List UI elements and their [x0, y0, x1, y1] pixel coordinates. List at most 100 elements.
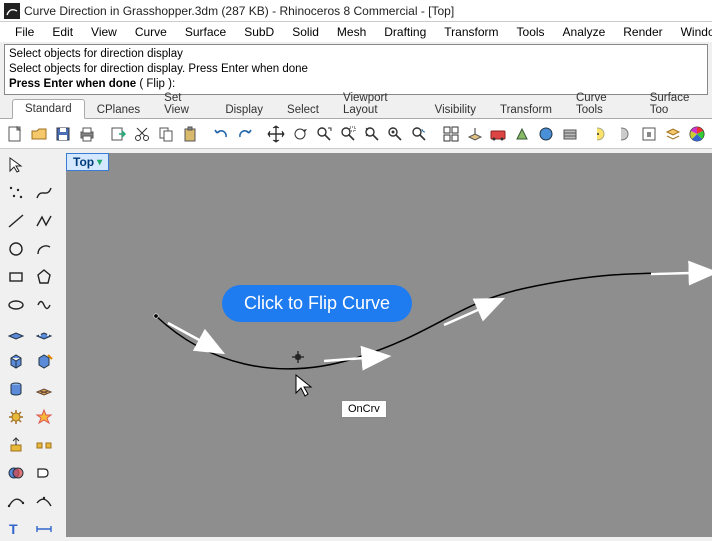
menu-file[interactable]: File: [6, 23, 43, 41]
svg-text:T: T: [9, 521, 18, 537]
undo-view-icon[interactable]: [408, 122, 430, 146]
layers-icon[interactable]: [662, 122, 684, 146]
mesh-plane-icon[interactable]: [32, 377, 56, 401]
tab-standard[interactable]: Standard: [12, 99, 85, 119]
menu-render[interactable]: Render: [614, 23, 671, 41]
command-prompt-bold: Press Enter when done: [9, 78, 136, 90]
viewport-name: Top: [73, 155, 94, 169]
hide-icon[interactable]: [590, 122, 612, 146]
tab-surfacetools[interactable]: Surface Too: [638, 89, 712, 119]
explode-icon[interactable]: [32, 405, 56, 429]
new-icon[interactable]: [4, 122, 26, 146]
point-icon[interactable]: [4, 181, 28, 205]
command-area[interactable]: Select objects for direction display Sel…: [4, 44, 708, 95]
open-icon[interactable]: [28, 122, 50, 146]
cplane-icon[interactable]: [440, 122, 462, 146]
cut-icon[interactable]: [131, 122, 153, 146]
tab-transform[interactable]: Transform: [488, 101, 564, 119]
solid-edit-icon[interactable]: [32, 349, 56, 373]
work-area: T Top ▾: [0, 149, 712, 537]
gear-icon[interactable]: [4, 405, 28, 429]
instruction-callout: Click to Flip Curve: [222, 285, 412, 322]
surface-edit-icon[interactable]: [32, 321, 56, 345]
ellipse-icon[interactable]: [4, 293, 28, 317]
tab-visibility[interactable]: Visibility: [423, 101, 488, 119]
line-icon[interactable]: [4, 209, 28, 233]
menu-edit[interactable]: Edit: [43, 23, 82, 41]
menu-curve[interactable]: Curve: [126, 23, 176, 41]
set-cplane-icon[interactable]: [464, 122, 486, 146]
menu-surface[interactable]: Surface: [176, 23, 235, 41]
pointer-icon[interactable]: [4, 153, 28, 177]
boolean-union-icon[interactable]: [4, 461, 28, 485]
menu-tools[interactable]: Tools: [508, 23, 554, 41]
zoom-dynamic-icon[interactable]: [313, 122, 335, 146]
freeform-icon[interactable]: [32, 293, 56, 317]
text-icon[interactable]: [32, 461, 56, 485]
extrude-icon[interactable]: [4, 433, 28, 457]
tab-setview[interactable]: Set View: [152, 89, 213, 119]
command-history-line: Select objects for direction display. Pr…: [9, 62, 703, 77]
menu-analyze[interactable]: Analyze: [554, 23, 615, 41]
copy-icon[interactable]: [155, 122, 177, 146]
menu-solid[interactable]: Solid: [283, 23, 328, 41]
viewport-label[interactable]: Top ▾: [66, 153, 109, 171]
rectangle-icon[interactable]: [4, 265, 28, 289]
paste-icon[interactable]: [179, 122, 201, 146]
tab-display[interactable]: Display: [213, 101, 275, 119]
ghosted-icon[interactable]: [559, 122, 581, 146]
lock-icon[interactable]: [638, 122, 660, 146]
main-toolbar: [0, 119, 712, 149]
zoom-extents-icon[interactable]: [361, 122, 383, 146]
toolbar-tabs: Standard CPlanes Set View Display Select…: [0, 97, 712, 119]
polygon-icon[interactable]: [32, 265, 56, 289]
color-wheel-icon[interactable]: [686, 122, 708, 146]
surface-plane-icon[interactable]: [4, 321, 28, 345]
save-icon[interactable]: [52, 122, 74, 146]
render-icon[interactable]: [535, 122, 557, 146]
zoom-selected-icon[interactable]: [385, 122, 407, 146]
tab-select[interactable]: Select: [275, 101, 331, 119]
zoom-window-icon[interactable]: [337, 122, 359, 146]
viewport-container: Top ▾: [60, 149, 712, 537]
viewport-top[interactable]: Click to Flip Curve OnCrv: [66, 153, 712, 537]
named-view-icon[interactable]: [488, 122, 510, 146]
text-object-icon[interactable]: T: [4, 517, 28, 541]
rotate-view-icon[interactable]: [289, 122, 311, 146]
menu-drafting[interactable]: Drafting: [375, 23, 435, 41]
cylinder-icon[interactable]: [4, 377, 28, 401]
curve-geometry: [66, 153, 712, 533]
dimension-icon[interactable]: [32, 517, 56, 541]
tab-cplanes[interactable]: CPlanes: [85, 101, 152, 119]
undo-icon[interactable]: [210, 122, 232, 146]
menu-subd[interactable]: SubD: [235, 23, 283, 41]
menu-transform[interactable]: Transform: [435, 23, 507, 41]
curve-icon[interactable]: [32, 181, 56, 205]
window-title: Curve Direction in Grasshopper.3dm (287 …: [24, 4, 454, 18]
array-icon[interactable]: [32, 433, 56, 457]
chevron-down-icon[interactable]: ▾: [97, 157, 102, 168]
handle-curve-icon[interactable]: [32, 489, 56, 513]
menu-view[interactable]: View: [82, 23, 126, 41]
command-history-line: Select objects for direction display: [9, 47, 703, 62]
menu-bar: File Edit View Curve Surface SubD Solid …: [0, 22, 712, 42]
show-icon[interactable]: [614, 122, 636, 146]
shade-icon[interactable]: [511, 122, 533, 146]
arc-icon[interactable]: [32, 237, 56, 261]
pan-icon[interactable]: [265, 122, 287, 146]
polyline-icon[interactable]: [32, 209, 56, 233]
circle-icon[interactable]: [4, 237, 28, 261]
side-toolbar: T: [0, 149, 60, 537]
tab-curvetools[interactable]: Curve Tools: [564, 89, 638, 119]
print-icon[interactable]: [76, 122, 98, 146]
import-icon[interactable]: [107, 122, 129, 146]
osnap-tooltip: OnCrv: [341, 400, 387, 418]
title-bar: Curve Direction in Grasshopper.3dm (287 …: [0, 0, 712, 22]
box-icon[interactable]: [4, 349, 28, 373]
menu-window[interactable]: Window: [672, 23, 712, 41]
tab-viewportlayout[interactable]: Viewport Layout: [331, 89, 423, 119]
redo-icon[interactable]: [234, 122, 256, 146]
interp-curve-icon[interactable]: [4, 489, 28, 513]
app-icon: [4, 3, 20, 19]
menu-mesh[interactable]: Mesh: [328, 23, 375, 41]
